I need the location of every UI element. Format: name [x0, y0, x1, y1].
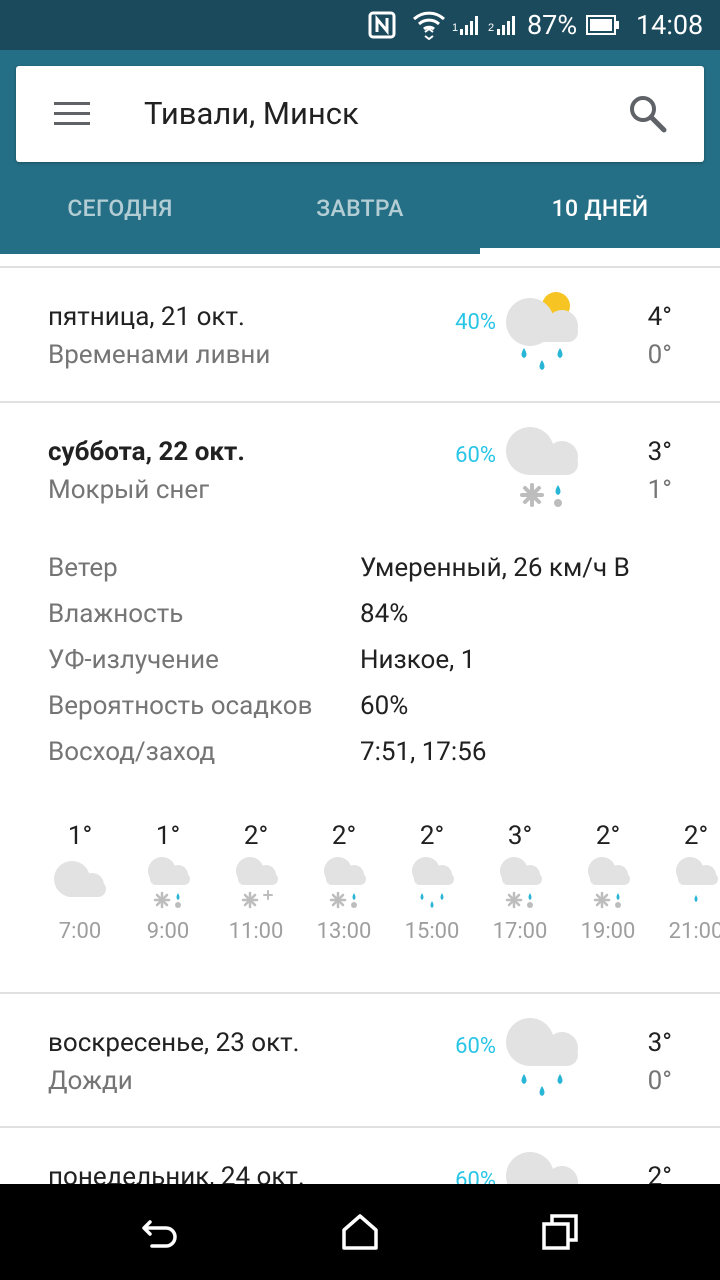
light-rain-icon — [676, 857, 718, 902]
temp-high: 4° — [647, 302, 672, 332]
signal-icon-2: 2 — [488, 0, 522, 50]
hourly-time: 9:00 — [146, 919, 190, 944]
sleet-icon — [500, 857, 542, 909]
detail-label-wind: Ветер — [48, 553, 118, 583]
sleet-icon — [324, 857, 366, 909]
sleet-icon — [506, 427, 578, 507]
precipitation-chance: 40% — [455, 310, 496, 335]
hourly-temp: 1° — [67, 821, 93, 851]
detail-value-uv: Низкое, 1 — [360, 645, 476, 675]
day-title: пятница, 21 окт. — [48, 302, 245, 332]
temp-high: 3° — [647, 1028, 672, 1058]
forecast-list[interactable]: пятница, 21 окт. Временами ливни 40% 4° … — [0, 254, 720, 1184]
hourly-temp: 2° — [595, 821, 621, 851]
clock: 14:08 — [636, 9, 704, 41]
app-bar: Тивали, Минск СЕГОДНЯ ЗАВТРА 10 ДНЕЙ — [0, 50, 720, 254]
hourly-time: 19:00 — [580, 919, 636, 944]
hourly-item: 2° 21:00 — [652, 819, 720, 947]
day-title: суббота, 22 окт. — [48, 437, 245, 467]
precipitation-chance: 60% — [455, 443, 496, 468]
home-icon[interactable] — [336, 1208, 384, 1256]
temp-low: 0° — [647, 1066, 672, 1096]
temp-high: 2° — [647, 1162, 672, 1184]
detail-value-precip: 60% — [360, 691, 409, 721]
detail-value-sun: 7:51, 17:56 — [360, 737, 487, 767]
precipitation-chance: 60% — [455, 1034, 496, 1059]
tab-bar: СЕГОДНЯ ЗАВТРА 10 ДНЕЙ — [0, 178, 720, 254]
temp-low: 0° — [647, 340, 672, 370]
search-card[interactable]: Тивали, Минск — [16, 66, 704, 162]
tab-today[interactable]: СЕГОДНЯ — [0, 178, 240, 254]
precipitation-chance: 60% — [455, 1168, 496, 1184]
day-row-monday[interactable]: понедельник, 24 окт. 60% 2° — [0, 1128, 720, 1184]
detail-label-sun: Восход/заход — [48, 737, 216, 767]
hourly-item: 1° 7:00 — [36, 819, 124, 947]
status-bar: 1 2 87% 14:08 — [0, 0, 720, 50]
detail-label-precip: Вероятность осадков — [48, 691, 313, 721]
cloud-icon — [54, 861, 106, 897]
tab-tomorrow[interactable]: ЗАВТРА — [240, 178, 480, 254]
battery-percent: 87% — [527, 9, 578, 41]
hourly-temp: 3° — [507, 821, 533, 851]
day-title: понедельник, 24 окт. — [48, 1162, 305, 1184]
partly-sunny-rain-icon — [506, 292, 578, 370]
nfc-icon — [368, 0, 396, 50]
tab-10-days[interactable]: 10 ДНЕЙ — [480, 178, 720, 254]
day-title: воскресенье, 23 окт. — [48, 1028, 300, 1058]
day-description: Временами ливни — [48, 340, 271, 370]
hourly-time: 13:00 — [316, 919, 372, 944]
hourly-time: 15:00 — [404, 919, 460, 944]
sleet-icon — [588, 857, 630, 909]
hourly-time: 7:00 — [58, 919, 102, 944]
day-row-saturday[interactable]: суббота, 22 окт. Мокрый снег 60% 3° 1° В… — [0, 403, 720, 993]
hourly-time: 21:00 — [668, 919, 720, 944]
hourly-item: 2° 15:00 — [388, 819, 476, 947]
sleet-icon — [148, 857, 190, 909]
detail-label-humidity: Влажность — [48, 599, 184, 629]
signal-icon: 1 — [452, 0, 482, 50]
menu-icon[interactable] — [52, 96, 92, 132]
hourly-time: 17:00 — [492, 919, 548, 944]
hourly-temp: 2° — [243, 821, 269, 851]
wifi-icon — [412, 0, 446, 50]
rain-icon — [506, 1152, 578, 1184]
svg-text:1: 1 — [452, 22, 458, 34]
recents-icon[interactable] — [536, 1208, 584, 1256]
rain-icon — [412, 857, 454, 908]
day-description: Дожди — [48, 1066, 133, 1096]
day-row-sunday[interactable]: воскресенье, 23 окт. Дожди 60% 3° 0° — [0, 994, 720, 1126]
hourly-item: 2° 11:00 — [212, 819, 300, 947]
day-description: Мокрый снег — [48, 475, 210, 505]
hourly-item: 2° 19:00 — [564, 819, 652, 947]
temp-low: 1° — [647, 475, 672, 505]
hourly-temp: 1° — [155, 821, 181, 851]
search-icon[interactable] — [626, 92, 670, 136]
hourly-item: 1° 9:00 — [124, 819, 212, 947]
back-icon[interactable] — [136, 1208, 184, 1256]
temp-high: 3° — [647, 437, 672, 467]
snow-icon — [236, 857, 278, 909]
navigation-bar — [0, 1184, 720, 1280]
detail-label-uv: УФ-излучение — [48, 645, 219, 675]
hourly-temp: 2° — [331, 821, 357, 851]
detail-value-wind: Умеренный, 26 км/ч В — [360, 553, 630, 583]
rain-icon — [506, 1018, 578, 1096]
hourly-item: 3° 17:00 — [476, 819, 564, 947]
hourly-item: 2° 13:00 — [300, 819, 388, 947]
location-title[interactable]: Тивали, Минск — [144, 66, 359, 162]
hourly-time: 11:00 — [228, 919, 284, 944]
hourly-temp: 2° — [419, 821, 445, 851]
day-row-friday[interactable]: пятница, 21 окт. Временами ливни 40% 4° … — [0, 268, 720, 402]
detail-value-humidity: 84% — [360, 599, 409, 629]
hourly-temp: 2° — [683, 821, 709, 851]
svg-text:2: 2 — [488, 22, 494, 34]
battery-icon — [586, 0, 620, 50]
